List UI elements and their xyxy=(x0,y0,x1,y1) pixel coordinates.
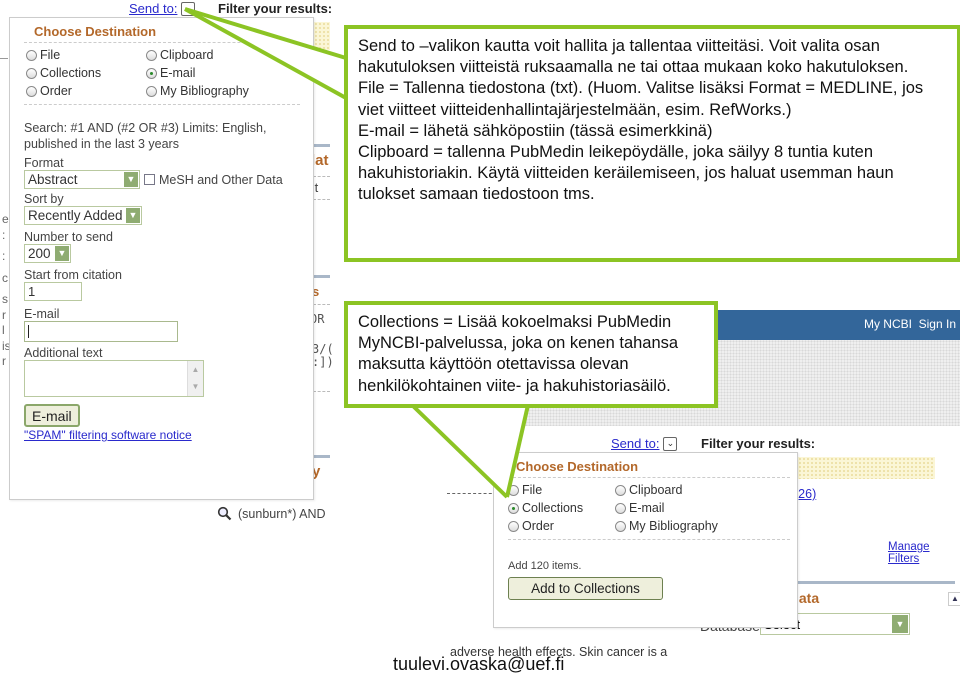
collections-callout: Collections = Lisää kokoelmaksi PubMedin… xyxy=(344,301,718,408)
callout-paragraph: E-mail = lähetä sähköpostiin (tässä esim… xyxy=(358,121,713,140)
callout-paragraph: Collections = Lisää kokoelmaksi PubMedin… xyxy=(358,313,679,395)
callout-paragraph: Send to –valikon kautta voit hallita ja … xyxy=(358,37,909,77)
footer-email: tuulevi.ovaska@uef.fi xyxy=(393,654,565,674)
callout-paragraph: File = Tallenna tiedostona (txt). (Huom.… xyxy=(358,79,924,119)
send-to-callout: Send to –valikon kautta voit hallita ja … xyxy=(344,25,960,262)
callout-paragraph: Clipboard = tallenna PubMedin leikepöydä… xyxy=(358,143,894,204)
